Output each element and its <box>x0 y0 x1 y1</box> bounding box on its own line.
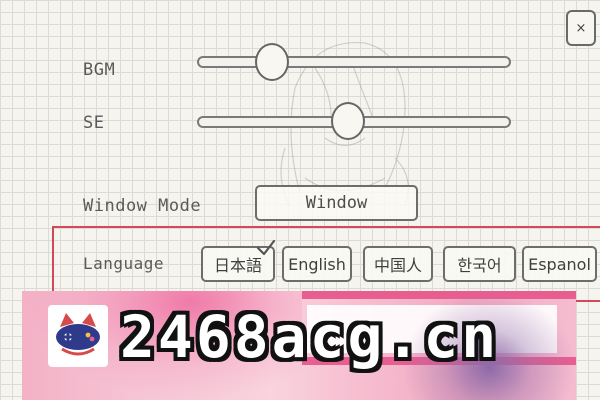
language-option-korean[interactable]: 한국어 <box>443 246 516 282</box>
window-mode-button[interactable]: Window <box>255 185 418 221</box>
window-mode-label: Window Mode <box>83 196 202 216</box>
se-slider-thumb[interactable] <box>330 102 365 140</box>
language-label: Language <box>83 254 165 273</box>
bgm-slider-track[interactable] <box>197 56 511 68</box>
language-option-spanish[interactable]: Espanol <box>522 246 597 282</box>
language-option-chinese[interactable]: 中国人 <box>363 246 433 282</box>
close-button[interactable]: × <box>566 10 596 46</box>
watermark-text: 2468acg.cn <box>120 303 500 371</box>
bgm-label: BGM <box>83 60 116 80</box>
checkmark-icon <box>256 239 276 256</box>
game-controller-cat-icon <box>56 313 100 356</box>
close-icon: × <box>575 20 587 36</box>
site-logo <box>48 305 108 367</box>
language-option-english[interactable]: English <box>282 246 352 282</box>
bgm-slider-thumb[interactable] <box>255 43 290 81</box>
se-label: SE <box>83 113 105 133</box>
